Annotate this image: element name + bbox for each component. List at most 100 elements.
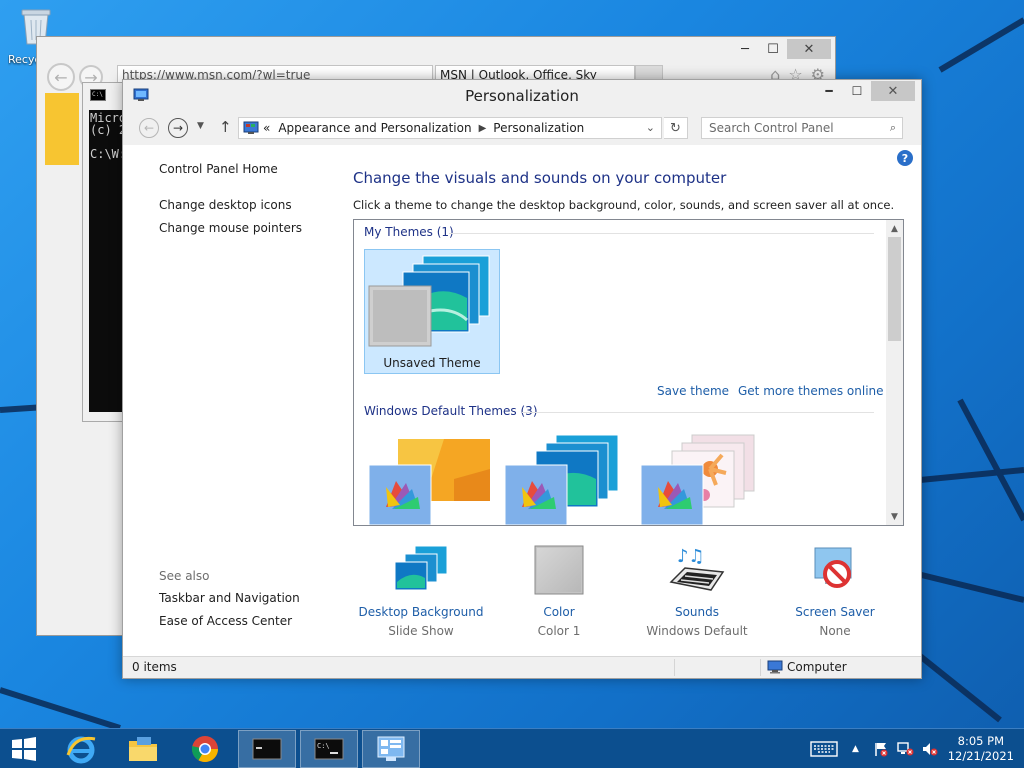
system-clock[interactable]: 8:05 PM 12/21/2021 [948,734,1014,764]
refresh-button[interactable]: ↻ [664,117,688,139]
volume-muted-icon[interactable] [921,729,939,768]
status-divider [674,659,675,676]
touch-keyboard-icon[interactable] [810,729,838,768]
unsaved-theme-label: Unsaved Theme [383,356,481,370]
themes-list[interactable]: My Themes (1) Unsaved Theme Save theme G… [353,219,904,526]
window-title: Personalization [465,87,579,105]
recent-locations-dropdown[interactable]: ▼ [197,121,204,131]
search-input[interactable]: Search Control Panel ⌕ [701,117,903,139]
control-panel-icon [243,121,259,134]
address-breadcrumb[interactable]: « Appearance and Personalization ▶ Perso… [238,117,662,139]
color-setting[interactable]: Color Color 1 [494,542,624,638]
arrow-up-icon: ↑ [219,118,232,136]
show-hidden-icons-icon[interactable]: ▲ [852,729,859,768]
save-theme-link[interactable]: Save theme [657,384,729,398]
svg-text:C:\: C:\ [317,742,330,750]
screen-saver-icon [814,547,852,588]
screen-saver-setting[interactable]: Screen Saver None [770,542,900,638]
lines-and-colors-theme-tile[interactable] [500,429,636,525]
desktop-background-setting[interactable]: Desktop Background Slide Show [356,542,486,638]
computer-icon [767,660,783,674]
theme-preview-icon [504,434,619,525]
internet-explorer-icon [66,736,96,764]
taskbar-file-explorer[interactable] [114,730,172,768]
minimize-button[interactable]: ━ [815,81,843,101]
search-icon[interactable]: ⌕ [890,121,896,135]
sounds-label[interactable]: Sounds [632,605,762,619]
change-desktop-icons-link[interactable]: Change desktop icons [159,198,292,212]
group-divider [449,233,874,234]
unsaved-theme-tile[interactable]: Unsaved Theme [364,249,500,374]
ie-back-button[interactable]: ← [47,63,75,91]
breadcrumb-personalization[interactable]: Personalization [493,121,584,135]
taskbar-navigation-link[interactable]: Taskbar and Navigation [159,591,300,605]
theme-preview-icon [640,434,755,525]
color-swatch-icon [534,545,584,595]
windows-logo-icon [12,737,36,761]
flowers-theme-tile[interactable] [636,429,772,525]
scroll-down-icon[interactable]: ▼ [886,508,903,525]
maximize-button[interactable]: ☐ [843,81,871,101]
control-panel-home-link[interactable]: Control Panel Home [159,162,278,176]
page-description: Click a theme to change the desktop back… [353,198,895,212]
breadcrumb-appearance[interactable]: Appearance and Personalization [278,121,471,135]
start-button[interactable] [0,730,48,768]
my-themes-group-label: My Themes (1) [364,225,454,239]
close-button[interactable]: ✕ [871,81,915,101]
ie-titlebar[interactable]: ─ ☐ ✕ [37,37,835,67]
taskbar: C:\ ▲ 8:05 PM 12/21/2021 [0,728,1024,768]
personalization-window[interactable]: Personalization ━ ☐ ✕ ← → ▼ ↑ « Appearan… [122,79,922,679]
desktop-background-value: Slide Show [388,624,454,638]
desktop-background-label[interactable]: Desktop Background [356,605,486,619]
group-divider [522,412,874,413]
ie-page-banner [45,93,79,165]
get-more-themes-link[interactable]: Get more themes online [738,384,884,398]
color-label[interactable]: Color [494,605,624,619]
command-prompt-icon: C:\ [314,738,344,760]
taskbar-chrome[interactable] [176,730,234,768]
sounds-value: Windows Default [646,624,748,638]
themes-scrollbar[interactable]: ▲ ▼ [886,220,903,525]
clock-time: 8:05 PM [957,734,1005,748]
chevron-down-icon[interactable]: ⌄ [646,121,655,134]
forward-button[interactable]: → [168,118,188,138]
ie-minimize-button[interactable]: ─ [731,39,759,59]
windows-theme-tile[interactable] [364,429,500,525]
desktop-background-icon [394,545,448,591]
change-mouse-pointers-link[interactable]: Change mouse pointers [159,221,302,235]
ease-of-access-link[interactable]: Ease of Access Center [159,614,292,628]
screen-saver-value: None [819,624,851,638]
scroll-up-icon[interactable]: ▲ [886,220,903,237]
status-divider [760,659,761,676]
taskbar-internet-explorer[interactable] [52,730,110,768]
action-center-flag-icon[interactable] [873,729,889,768]
back-button[interactable]: ← [139,118,159,138]
ie-maximize-button[interactable]: ☐ [759,39,787,59]
arrow-right-icon: → [172,121,184,135]
window-titlebar[interactable]: Personalization ━ ☐ ✕ [123,80,921,111]
color-value: Color 1 [537,624,581,638]
taskbar-terminal[interactable] [238,730,296,768]
file-explorer-icon [129,737,157,761]
theme-preview-icon [368,439,490,525]
status-bar: 0 items Computer [123,656,921,678]
taskbar-command-prompt[interactable]: C:\ [300,730,358,768]
screen-saver-label[interactable]: Screen Saver [770,605,900,619]
terminal-icon [252,738,282,760]
breadcrumb-separator-icon[interactable]: ▶ [479,123,487,134]
page-heading: Change the visuals and sounds on your co… [353,169,727,187]
control-panel-icon [377,736,405,761]
taskbar-control-panel[interactable] [362,730,420,768]
up-button[interactable]: ↑ [219,118,232,136]
help-icon[interactable]: ? [897,150,913,166]
status-location-label: Computer [787,660,847,674]
search-placeholder: Search Control Panel [709,121,834,135]
breadcrumb-overflow[interactable]: « [263,121,270,135]
network-icon[interactable] [897,729,915,768]
clock-date: 12/21/2021 [947,749,1014,763]
items-count: 0 items [132,660,177,674]
sounds-setting[interactable]: ♪♫ Sounds Windows Default [632,542,762,638]
scrollbar-thumb[interactable] [888,237,901,341]
ie-close-button[interactable]: ✕ [787,39,831,59]
arrow-left-icon: ← [143,121,155,135]
